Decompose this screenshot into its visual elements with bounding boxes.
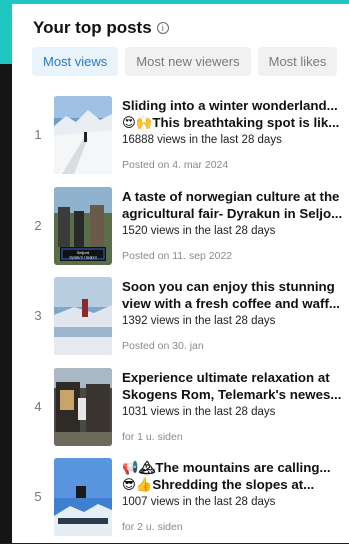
tab-bar: Most views Most new viewers Most likes [32, 47, 338, 76]
post-date: Posted on 11. sep 2022 [122, 250, 233, 262]
post-title[interactable]: Sliding into a winter wonderland... 😍🙌Th… [122, 97, 346, 131]
post-views: 1031 views in the last 28 days [122, 406, 276, 418]
post-thumbnail[interactable] [54, 277, 112, 355]
tab-most-likes[interactable]: Most likes [257, 47, 338, 76]
post-thumbnail[interactable] [54, 458, 112, 536]
post-item-2[interactable]: 2 Seljord Dyrsku'n i Seljord A taste of … [12, 187, 349, 273]
post-item-3[interactable]: 3 Soon you can enjoy this stunning view … [12, 277, 349, 363]
post-views: 1392 views in the last 28 days [122, 315, 276, 327]
post-views: 1520 views in the last 28 days [122, 225, 276, 237]
post-date: Posted on 30. jan [122, 340, 204, 352]
post-views: 1007 views in the last 28 days [122, 496, 276, 508]
tab-most-views[interactable]: Most views [32, 47, 119, 76]
post-item-5[interactable]: 5 📢🏔The mountains are calling... 😎👍Shred… [12, 458, 349, 544]
post-item-1[interactable]: 1 Sliding into a winter wonderland... 😍🙌… [12, 96, 349, 182]
post-title[interactable]: Experience ultimate relaxation at Skogen… [122, 369, 346, 403]
post-views: 16888 views in the last 28 days [122, 134, 282, 146]
background-edge [0, 64, 12, 543]
post-rank: 5 [34, 489, 42, 504]
thumb-caption-line2: Dyrsku'n i Seljord [69, 256, 96, 260]
post-rank: 3 [34, 308, 42, 323]
post-date: Posted on 4. mar 2024 [122, 159, 229, 171]
post-title[interactable]: A taste of norwegian culture at the agri… [122, 188, 346, 222]
page-title: Your top posts [33, 18, 152, 37]
header: Your top posts i [33, 18, 169, 38]
post-rank: 2 [34, 218, 42, 233]
post-title[interactable]: 📢🏔The mountains are calling... 😎👍Shreddi… [122, 459, 346, 493]
accent-bar [0, 0, 12, 64]
post-title[interactable]: Soon you can enjoy this stunning view wi… [122, 278, 346, 312]
post-item-4[interactable]: 4 Experience ultimate relaxation at Skog… [12, 368, 349, 454]
info-icon[interactable]: i [156, 22, 169, 34]
post-rank: 4 [34, 399, 42, 414]
post-thumbnail[interactable] [54, 368, 112, 446]
post-date: for 2 u. siden [122, 521, 183, 533]
post-rank: 1 [34, 127, 42, 142]
post-thumbnail[interactable]: Seljord Dyrsku'n i Seljord [54, 187, 112, 265]
tab-most-new-viewers[interactable]: Most new viewers [125, 47, 251, 76]
post-thumbnail[interactable] [54, 96, 112, 174]
thumb-caption-line1: Seljord [77, 250, 89, 255]
top-posts-panel: Your top posts i Most views Most new vie… [12, 4, 349, 543]
post-date: for 1 u. siden [122, 431, 183, 443]
